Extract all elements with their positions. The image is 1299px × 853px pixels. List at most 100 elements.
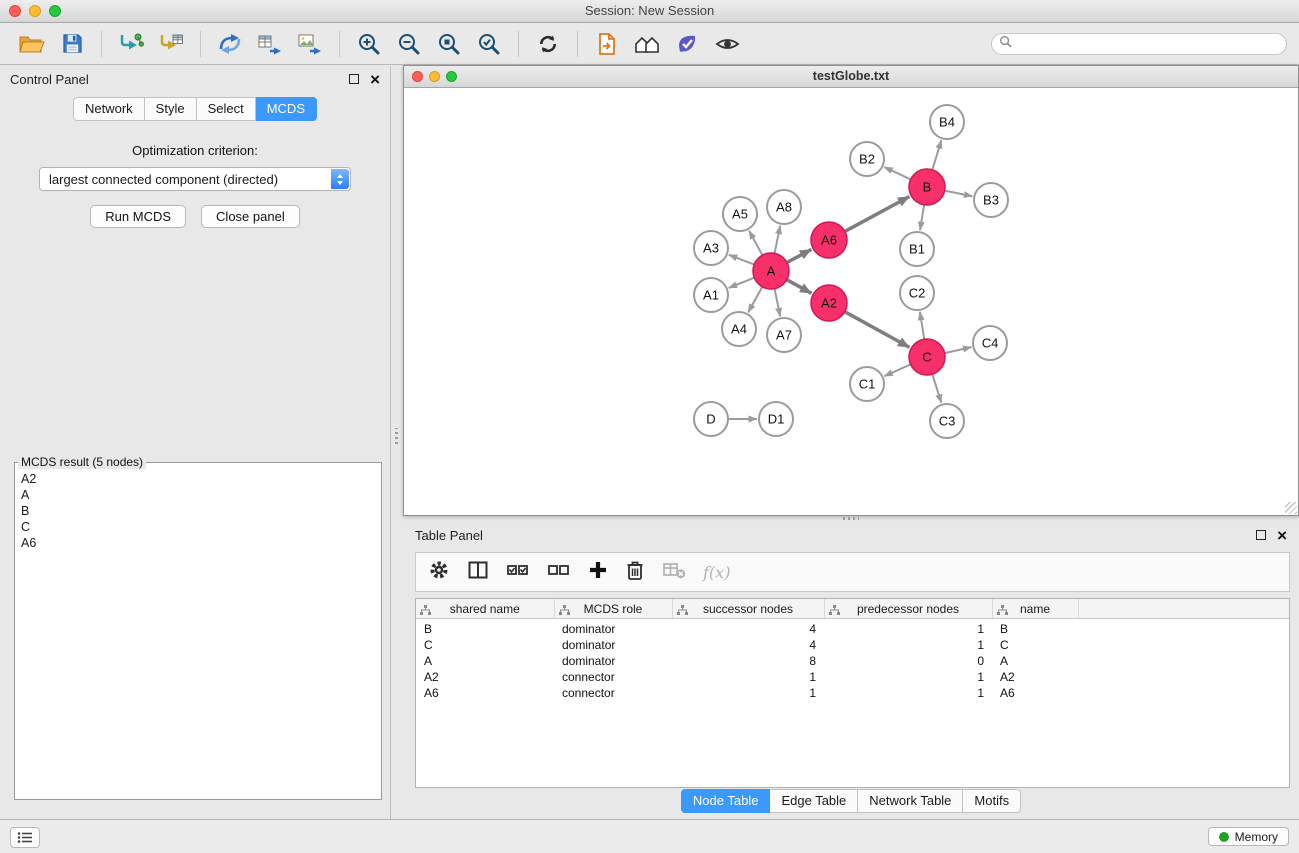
graph-edge-A6-B[interactable]	[845, 197, 910, 232]
horizontal-splitter-grip[interactable]	[843, 517, 859, 520]
tab-motifs[interactable]: Motifs	[963, 789, 1021, 813]
graph-edge-A-A7[interactable]	[775, 289, 781, 317]
graph-edge-C-C1[interactable]	[884, 364, 910, 376]
result-item[interactable]: A2	[15, 471, 381, 487]
import-table-icon[interactable]	[154, 28, 188, 60]
graph-edge-A2-C[interactable]	[845, 312, 910, 348]
table-row[interactable]: A2connector11A2	[416, 669, 1289, 685]
export-image-icon[interactable]	[293, 28, 327, 60]
graph-node-label: A6	[821, 233, 837, 248]
toolbar-separator	[339, 31, 340, 57]
column-header-filler	[1078, 599, 1289, 619]
validator-icon[interactable]	[670, 28, 704, 60]
gear-icon[interactable]	[428, 559, 450, 586]
zoom-out-icon[interactable]	[392, 28, 426, 60]
graph-edge-B-B3[interactable]	[945, 191, 973, 197]
zoom-in-icon[interactable]	[352, 28, 386, 60]
graph-edge-C-C3[interactable]	[932, 374, 941, 403]
column-header-predecessor-nodes[interactable]: predecessor nodes	[824, 599, 992, 619]
column-header-name[interactable]: name	[992, 599, 1078, 619]
graph-edge-A-A6[interactable]	[787, 249, 811, 262]
graph-edge-C-C2[interactable]	[920, 312, 924, 339]
graph-node-label: D	[706, 412, 715, 427]
graph-edge-A-A1[interactable]	[729, 278, 755, 288]
table-row[interactable]: Adominator80A	[416, 653, 1289, 669]
trash-icon[interactable]	[625, 559, 645, 586]
tab-style[interactable]: Style	[145, 97, 197, 121]
refresh-layout-icon[interactable]	[531, 28, 565, 60]
graph-node-label: C3	[939, 414, 956, 429]
result-item[interactable]: A6	[15, 535, 381, 551]
deselect-all-icon[interactable]	[547, 559, 571, 586]
graph-node-label: A3	[703, 241, 719, 256]
save-icon[interactable]	[55, 28, 89, 60]
close-network-icon[interactable]	[412, 71, 423, 82]
graph-edge-B-B2[interactable]	[884, 167, 910, 179]
table-row[interactable]: A6connector11A6	[416, 685, 1289, 701]
node-table-header-row: shared nameMCDS rolesuccessor nodesprede…	[416, 599, 1289, 619]
zoom-selected-icon[interactable]	[472, 28, 506, 60]
close-panel-icon[interactable]: ×	[370, 71, 380, 88]
result-item[interactable]: B	[15, 503, 381, 519]
add-row-icon[interactable]	[588, 560, 608, 585]
result-item[interactable]: A	[15, 487, 381, 503]
export-network-icon[interactable]	[213, 28, 247, 60]
tab-network[interactable]: Network	[73, 97, 145, 121]
vertical-splitter-grip[interactable]	[395, 428, 398, 444]
tab-network-table[interactable]: Network Table	[858, 789, 963, 813]
table-panel: Table Panel ×	[403, 522, 1299, 820]
graph-edge-A-A4[interactable]	[748, 287, 762, 313]
graph-node-label: A1	[703, 288, 719, 303]
column-header-MCDS-role[interactable]: MCDS role	[554, 599, 672, 619]
home-icon[interactable]	[630, 28, 664, 60]
graph-edge-B-B1[interactable]	[920, 205, 924, 230]
close-panel-button[interactable]: Close panel	[201, 205, 300, 228]
search-box[interactable]	[991, 33, 1287, 55]
tab-mcds[interactable]: MCDS	[256, 97, 317, 121]
search-input[interactable]	[1016, 36, 1279, 52]
column-header-shared-name[interactable]: shared name	[416, 599, 554, 619]
graph-edge-A-A8[interactable]	[775, 226, 781, 254]
minimize-network-icon[interactable]	[429, 71, 440, 82]
close-window-icon[interactable]	[9, 5, 21, 17]
graph-edge-A-A5[interactable]	[749, 231, 762, 255]
function-builder-icon: f(x)	[703, 563, 730, 582]
select-all-icon[interactable]	[506, 559, 530, 586]
zoom-network-icon[interactable]	[446, 71, 457, 82]
graph-node-label: B4	[939, 115, 955, 130]
list-menu-icon[interactable]	[10, 827, 40, 848]
network-canvas[interactable]: B4B2BB3A5A8A6A3B1AA1C2A2A4A7C4CC1C3DD1	[404, 88, 1298, 516]
import-network-icon[interactable]	[114, 28, 148, 60]
toolbar-separator	[577, 31, 578, 57]
open-folder-icon[interactable]	[15, 28, 49, 60]
tab-node-table[interactable]: Node Table	[681, 789, 771, 813]
float-table-panel-icon[interactable]	[1256, 530, 1266, 540]
graph-edge-B-B4[interactable]	[932, 140, 941, 170]
export-table-icon[interactable]	[253, 28, 287, 60]
close-table-panel-icon[interactable]: ×	[1277, 527, 1287, 544]
tab-edge-table[interactable]: Edge Table	[770, 789, 858, 813]
tab-select[interactable]: Select	[197, 97, 256, 121]
table-row[interactable]: Bdominator41B	[416, 619, 1289, 638]
status-bar: Memory	[0, 819, 1299, 853]
run-mcds-button[interactable]: Run MCDS	[90, 205, 186, 228]
minimize-window-icon[interactable]	[29, 5, 41, 17]
toolbar-separator	[101, 31, 102, 57]
graph-edge-A-A2[interactable]	[787, 280, 812, 294]
graph-edge-C-C4[interactable]	[945, 347, 972, 353]
graph-edge-A-A3[interactable]	[729, 255, 754, 265]
columns-icon[interactable]	[467, 559, 489, 586]
zoom-window-icon[interactable]	[49, 5, 61, 17]
float-panel-icon[interactable]	[349, 74, 359, 84]
window-resize-grip[interactable]	[1285, 502, 1297, 514]
table-row[interactable]: Cdominator41C	[416, 637, 1289, 653]
eye-icon[interactable]	[710, 28, 744, 60]
first-neighbors-icon[interactable]	[590, 28, 624, 60]
table-panel-header: Table Panel ×	[403, 522, 1299, 548]
memory-button[interactable]: Memory	[1208, 827, 1289, 846]
network-view-window: testGlobe.txt B4B2BB3A5A8A6A3B1AA1C2A2A4…	[403, 65, 1299, 516]
criterion-select[interactable]: largest connected component (directed)	[39, 167, 351, 191]
zoom-fit-icon[interactable]	[432, 28, 466, 60]
column-header-successor-nodes[interactable]: successor nodes	[672, 599, 824, 619]
result-item[interactable]: C	[15, 519, 381, 535]
